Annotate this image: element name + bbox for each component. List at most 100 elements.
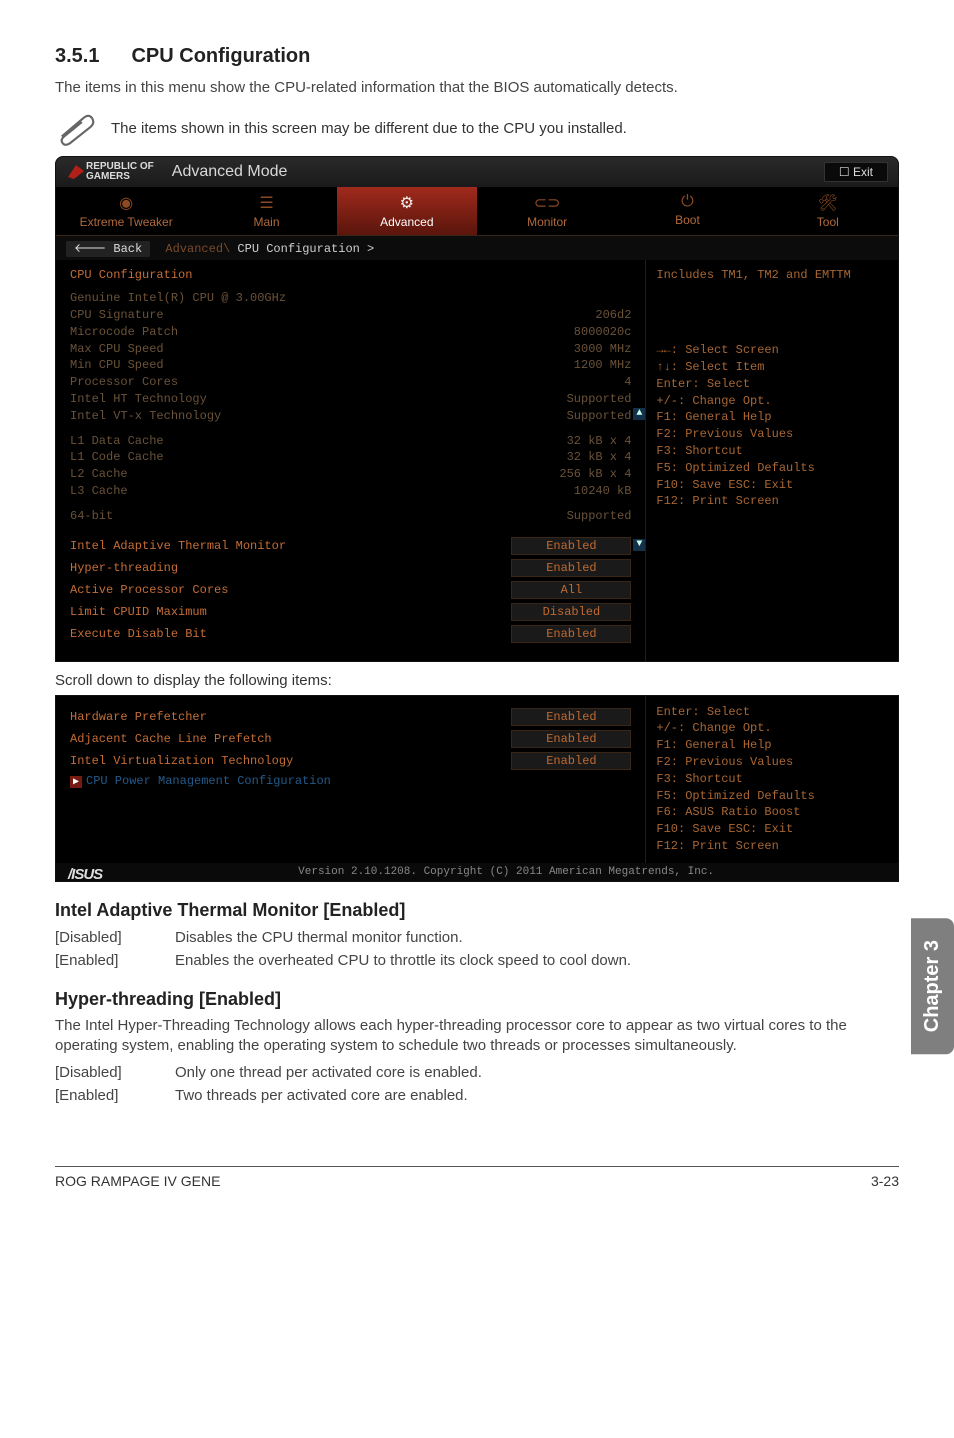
opt-value[interactable]: All: [511, 581, 631, 599]
asus-logo: /ISUS: [56, 866, 114, 883]
help-line: F5: Optimized Defaults: [656, 788, 888, 805]
opt-thermal-monitor[interactable]: Intel Adaptive Thermal Monitor Enabled ▼: [70, 537, 631, 555]
exit-label: Exit: [853, 165, 873, 179]
help-line: Enter: Select: [656, 704, 888, 721]
cache-key: L2 Cache: [70, 466, 128, 483]
opt-value[interactable]: Disabled: [511, 603, 631, 621]
opt-adj-cache[interactable]: Adjacent Cache Line PrefetchEnabled: [70, 730, 631, 748]
cache-key: L1 Data Cache: [70, 433, 164, 450]
opt-value[interactable]: Enabled: [511, 559, 631, 577]
defrow: [Disabled]Disables the CPU thermal monit…: [55, 927, 899, 948]
ht-para: The Intel Hyper-Threading Technology all…: [55, 1016, 899, 1057]
defrow: [Enabled]Two threads per activated core …: [55, 1085, 899, 1106]
help-line: F10: Save ESC: Exit: [656, 821, 888, 838]
help-line: F12: Print Screen: [656, 493, 888, 510]
section-title: CPU Configuration: [131, 45, 310, 67]
bios-screenshot-2: Hardware PrefetcherEnabled Adjacent Cach…: [55, 695, 899, 882]
mode-label: Advanced Mode: [172, 163, 288, 181]
help-line: F12: Print Screen: [656, 838, 888, 855]
note-row: The items shown in this screen may be di…: [55, 110, 899, 146]
help-line: F1: General Help: [656, 737, 888, 754]
gear-icon: ⚙: [337, 193, 477, 213]
power-icon: ⏻: [617, 193, 757, 211]
chevron-right-icon: ▶: [70, 776, 82, 788]
opt-value[interactable]: Enabled: [511, 752, 631, 770]
defrow: [Enabled]Enables the overheated CPU to t…: [55, 950, 899, 971]
note-text: The items shown in this screen may be di…: [111, 120, 627, 137]
tab-monitor[interactable]: ⊂⊃Monitor: [477, 187, 617, 235]
defrow: [Disabled]Only one thread per activated …: [55, 1062, 899, 1083]
help-line: →←: Select Screen: [656, 342, 888, 359]
notes-icon: [55, 110, 97, 146]
info-key: Microcode Patch: [70, 324, 178, 341]
help-box: →←: Select Screen ↑↓: Select Item Enter:…: [656, 342, 888, 510]
tab-bar: ◉Extreme Tweaker ☰Main ⚙Advanced ⊂⊃Monit…: [56, 187, 898, 236]
version-row: /ISUS Version 2.10.1208. Copyright (C) 2…: [56, 863, 898, 881]
info-key: Intel VT-x Technology: [70, 408, 221, 425]
help-line: F3: Shortcut: [656, 771, 888, 788]
crumb-b[interactable]: CPU Configuration >: [237, 242, 374, 256]
opt-hyperthreading[interactable]: Hyper-threadingEnabled: [70, 559, 631, 577]
opt-value[interactable]: Enabled: [511, 537, 631, 555]
info-key: Intel HT Technology: [70, 391, 207, 408]
info-key: CPU Signature: [70, 307, 164, 324]
chapter-tab: Chapter 3: [911, 918, 954, 1054]
help-line: +/-: Change Opt.: [656, 393, 888, 410]
help-line: Enter: Select: [656, 376, 888, 393]
scroll-text: Scroll down to display the following ite…: [55, 672, 899, 689]
info-key: Min CPU Speed: [70, 357, 164, 374]
opt-value[interactable]: Enabled: [511, 625, 631, 643]
help-line: F5: Optimized Defaults: [656, 460, 888, 477]
help-header: Includes TM1, TM2 and EMTTM: [656, 268, 888, 282]
cpu-info-list: Genuine Intel(R) CPU @ 3.00GHz CPU Signa…: [70, 290, 631, 424]
help-box-2: Enter: Select +/-: Change Opt. F1: Gener…: [656, 704, 888, 855]
tool-icon: 🛠: [758, 193, 898, 213]
brand-bottom: GAMERS: [86, 172, 154, 182]
opt-value[interactable]: Enabled: [511, 708, 631, 726]
tab-extreme[interactable]: ◉Extreme Tweaker: [56, 187, 196, 235]
rog-logo-icon: [66, 161, 86, 183]
nav-cpu-power-mgmt[interactable]: ▶CPU Power Management Configuration: [70, 774, 631, 788]
tab-boot[interactable]: ⏻Boot: [617, 187, 757, 235]
cache-key: L3 Cache: [70, 483, 128, 500]
cache-key: L1 Code Cache: [70, 449, 164, 466]
footer-left: ROG RAMPAGE IV GENE: [55, 1173, 220, 1189]
tab-tool[interactable]: 🛠Tool: [758, 187, 898, 235]
back-button[interactable]: 🡐 Back: [66, 241, 150, 257]
scroll-up-icon[interactable]: ▲: [633, 408, 645, 420]
bios-screenshot: REPUBLIC OF GAMERS Advanced Mode ☐ Exit …: [55, 156, 899, 661]
section-heading: 3.5.1CPU Configuration: [55, 45, 899, 68]
help-line: F6: ASUS Ratio Boost: [656, 804, 888, 821]
opt-value[interactable]: Enabled: [511, 730, 631, 748]
help-line: F2: Previous Values: [656, 754, 888, 771]
info-key: Max CPU Speed: [70, 341, 164, 358]
exit-icon: ☐: [839, 165, 853, 179]
opt-vtx[interactable]: Intel Virtualization TechnologyEnabled: [70, 752, 631, 770]
crumb-a: Advanced\: [165, 242, 230, 256]
help-line: +/-: Change Opt.: [656, 720, 888, 737]
gauge-icon: ◉: [56, 193, 196, 213]
info-key: Genuine Intel(R) CPU @ 3.00GHz: [70, 290, 286, 307]
help-line: F1: General Help: [656, 409, 888, 426]
exit-button[interactable]: ☐ Exit: [824, 162, 888, 182]
iatm-heading: Intel Adaptive Thermal Monitor [Enabled]: [55, 900, 899, 921]
cache-list: L1 Data Cache32 kB x 4 L1 Code Cache32 k…: [70, 433, 631, 500]
brand-label: REPUBLIC OF GAMERS: [86, 162, 154, 182]
help-line: F2: Previous Values: [656, 426, 888, 443]
opt-active-cores[interactable]: Active Processor CoresAll: [70, 581, 631, 599]
clamp-icon: ⊂⊃: [477, 193, 617, 213]
panel-title: CPU Configuration: [70, 268, 631, 282]
opt-xd-bit[interactable]: Execute Disable BitEnabled: [70, 625, 631, 643]
info-key: Processor Cores: [70, 374, 178, 391]
version-text: Version 2.10.1208. Copyright (C) 2011 Am…: [298, 866, 714, 878]
tab-main[interactable]: ☰Main: [196, 187, 336, 235]
opt-hw-prefetch[interactable]: Hardware PrefetcherEnabled: [70, 708, 631, 726]
page-footer: ROG RAMPAGE IV GENE 3-23: [55, 1166, 899, 1189]
help-line: F10: Save ESC: Exit: [656, 477, 888, 494]
list-icon: ☰: [196, 193, 336, 213]
tab-advanced[interactable]: ⚙Advanced: [337, 187, 477, 235]
scroll-down-icon[interactable]: ▼: [633, 539, 645, 551]
row64-key: 64-bit: [70, 508, 113, 525]
opt-cpuid-max[interactable]: Limit CPUID MaximumDisabled: [70, 603, 631, 621]
help-line: ↑↓: Select Item: [656, 359, 888, 376]
